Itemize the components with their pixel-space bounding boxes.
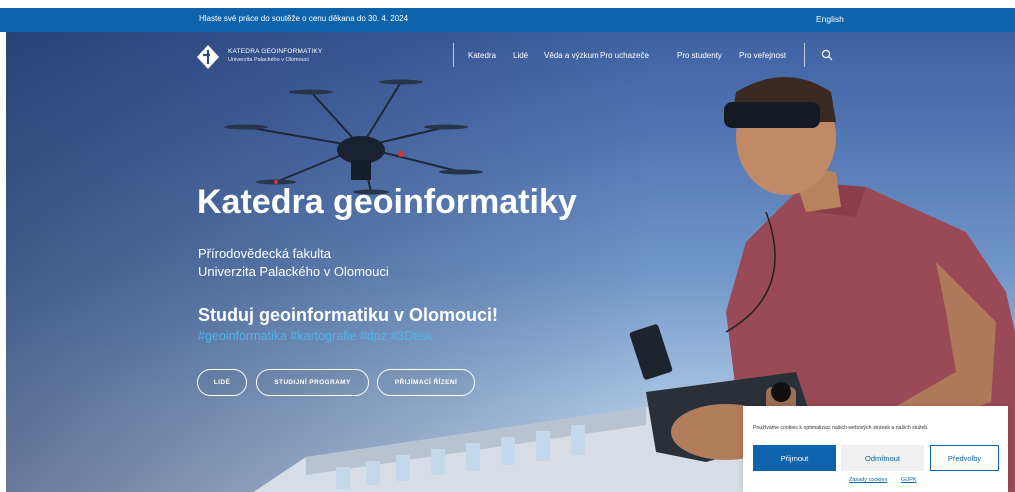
hero-title: Katedra geoinformatiky [197,183,577,221]
language-switch[interactable]: English [816,14,844,24]
nav-item-uchazece[interactable]: Pro uchazeče [600,51,649,60]
cookie-banner: Používáme cookies k optimalizaci našich … [743,406,1008,492]
page: Hlaste své práce do soutěže o cenu děkan… [0,0,1015,492]
nav-item-verejnost[interactable]: Pro veřejnost [739,51,786,60]
cookie-preferences-button[interactable]: Předvolby [930,445,999,471]
nav-item-veda[interactable]: Věda a výzkum [544,51,599,60]
department-logo[interactable] [196,44,220,70]
nav-item-studenty[interactable]: Pro studenty [677,51,722,60]
study-programs-button[interactable]: STUDIJNÍ PROGRAMY [256,369,369,396]
nav-item-katedra[interactable]: Katedra [468,51,496,60]
brand-university: Univerzita Palackého v Olomouci [228,57,309,63]
hero-cta-heading: Studuj geoinformatiku v Olomouci! [198,305,499,325]
accept-cookies-button[interactable]: Přijmout [753,445,836,471]
search-icon[interactable] [821,49,833,61]
nav-item-lide[interactable]: Lidé [513,51,528,60]
admission-button[interactable]: PŘIJÍMACÍ ŘÍZENÍ [377,369,475,396]
announcement-bar: Hlaste své práce do soutěže o cenu děkan… [0,8,1015,32]
brand-name[interactable]: KATEDRA GEOINFORMATIKY [228,48,322,55]
announcement-link[interactable]: Hlaste své práce do soutěže o cenu děkan… [199,14,408,23]
hero-faculty: Přírodovědecká fakulta [198,246,331,261]
hero-hashtags[interactable]: #geoinformatika #kartografie #dpz #3Dtis… [198,329,432,343]
nav-divider-right [804,43,805,67]
cookie-policy-link[interactable]: Zásady cookies [849,477,887,483]
gdpr-link[interactable]: GUPK [901,477,917,483]
nav-divider-left [453,43,454,67]
reject-cookies-button[interactable]: Odmítnout [841,445,924,471]
lide-button[interactable]: LIDÉ [197,369,247,396]
hero-university: Univerzita Palackého v Olomouci [198,264,389,279]
cookie-message: Používáme cookies k optimalizaci našich … [753,425,929,431]
